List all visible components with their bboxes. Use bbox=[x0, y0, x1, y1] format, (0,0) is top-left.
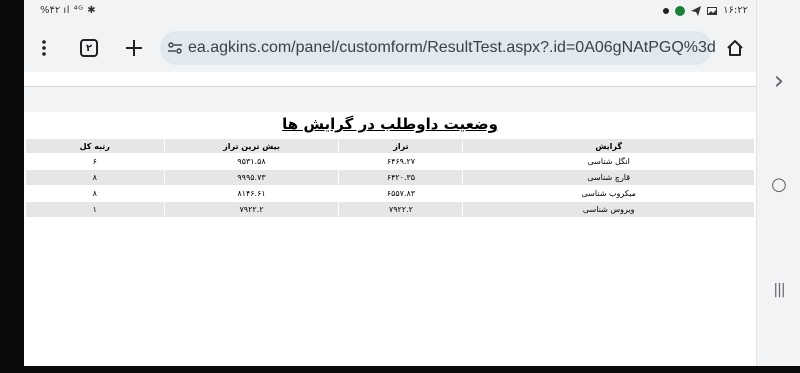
notification-dot-icon bbox=[663, 7, 670, 14]
results-table: گرایش تراز بیش ترین تراز رتبه کل انگل شن… bbox=[25, 138, 755, 218]
table-cell: ۸۱۴۶.۶۱ bbox=[163, 185, 340, 202]
page-title: وضعیت داوطلب در گرایش ها bbox=[282, 115, 498, 133]
telegram-icon bbox=[691, 5, 702, 16]
table-row: ویروس شناسی ۷۹۲۲.۲ ۷۹۲۲.۲ ۱ bbox=[25, 201, 755, 218]
table-row: انگل شناسی ۶۴۶۹.۲۷ ۹۵۳۱.۵۸ ۶ bbox=[25, 153, 755, 170]
overflow-menu-icon[interactable] bbox=[30, 26, 58, 70]
device-bezel-bottom bbox=[0, 366, 800, 373]
status-bar: %۴۲ ‎ıl‎ ⁴ᴳ ✱ ۱۶:۲۲ bbox=[24, 0, 756, 24]
device-bezel bbox=[0, 0, 24, 373]
forward-chevron-icon[interactable]: › bbox=[757, 66, 800, 96]
home-icon[interactable] bbox=[722, 26, 748, 70]
table-cell: میکروب شناسی bbox=[462, 185, 755, 202]
column-header: رتبه کل bbox=[25, 138, 165, 154]
table-cell: ۶ bbox=[25, 153, 165, 170]
table-cell: ۶۴۲۰.۳۵ bbox=[338, 169, 464, 186]
column-header: گرایش bbox=[462, 138, 755, 154]
app-badge-icon bbox=[675, 5, 686, 16]
new-tab-plus-icon[interactable] bbox=[119, 26, 149, 70]
table-cell: ۷۹۲۲.۲ bbox=[338, 201, 464, 218]
url-text[interactable]: ea.agkins.com/panel/customform/ResultTes… bbox=[188, 39, 716, 57]
address-bar[interactable]: ea.agkins.com/panel/customform/ResultTes… bbox=[160, 31, 716, 65]
table-header-row: گرایش تراز بیش ترین تراز رتبه کل bbox=[25, 138, 755, 154]
tab-count: ۲ bbox=[80, 39, 98, 57]
tab-switcher-button[interactable]: ۲ bbox=[74, 26, 104, 70]
recents-icon[interactable]: ||| bbox=[757, 282, 800, 298]
table-cell: ۶۵۵۷.۸۳ bbox=[338, 185, 464, 202]
table-cell: قارچ شناسی bbox=[462, 169, 755, 186]
table-cell: ۱ bbox=[25, 201, 165, 218]
page-content: وضعیت داوطلب در گرایش ها گرایش تراز بیش … bbox=[24, 112, 756, 366]
table-cell: ۶۴۶۹.۲۷ bbox=[338, 153, 464, 170]
browser-toolbar: ۲ ea.agkins.com/panel/customform/ResultT… bbox=[24, 26, 756, 70]
column-header: تراز bbox=[338, 138, 464, 154]
table-cell: انگل شناسی bbox=[462, 153, 755, 170]
column-header: بیش ترین تراز bbox=[163, 138, 340, 154]
clock: ۱۶:۲۲ bbox=[723, 5, 748, 16]
table-cell: ۷۹۲۲.۲ bbox=[163, 201, 340, 218]
status-right-group: ۱۶:۲۲ bbox=[663, 5, 748, 16]
status-indicators: %۴۲ ‎ıl‎ ⁴ᴳ ✱ bbox=[40, 5, 97, 16]
table-cell: ۹۵۳۱.۵۸ bbox=[163, 153, 340, 170]
previous-section bbox=[24, 72, 756, 87]
table-cell: ویروس شناسی bbox=[462, 201, 755, 218]
table-cell: ۸ bbox=[25, 185, 165, 202]
table-cell: ۸ bbox=[25, 169, 165, 186]
table-row: قارچ شناسی ۶۴۲۰.۳۵ ۹۹۹۵.۷۳ ۸ bbox=[25, 169, 755, 186]
table-cell: ۹۹۹۵.۷۳ bbox=[163, 169, 340, 186]
gallery-icon bbox=[707, 6, 718, 15]
site-settings-icon[interactable] bbox=[168, 42, 182, 54]
system-nav-rail: › ○ ||| bbox=[756, 0, 800, 373]
home-circle-icon[interactable]: ○ bbox=[757, 174, 800, 195]
table-row: میکروب شناسی ۶۵۵۷.۸۳ ۸۱۴۶.۶۱ ۸ bbox=[25, 185, 755, 202]
